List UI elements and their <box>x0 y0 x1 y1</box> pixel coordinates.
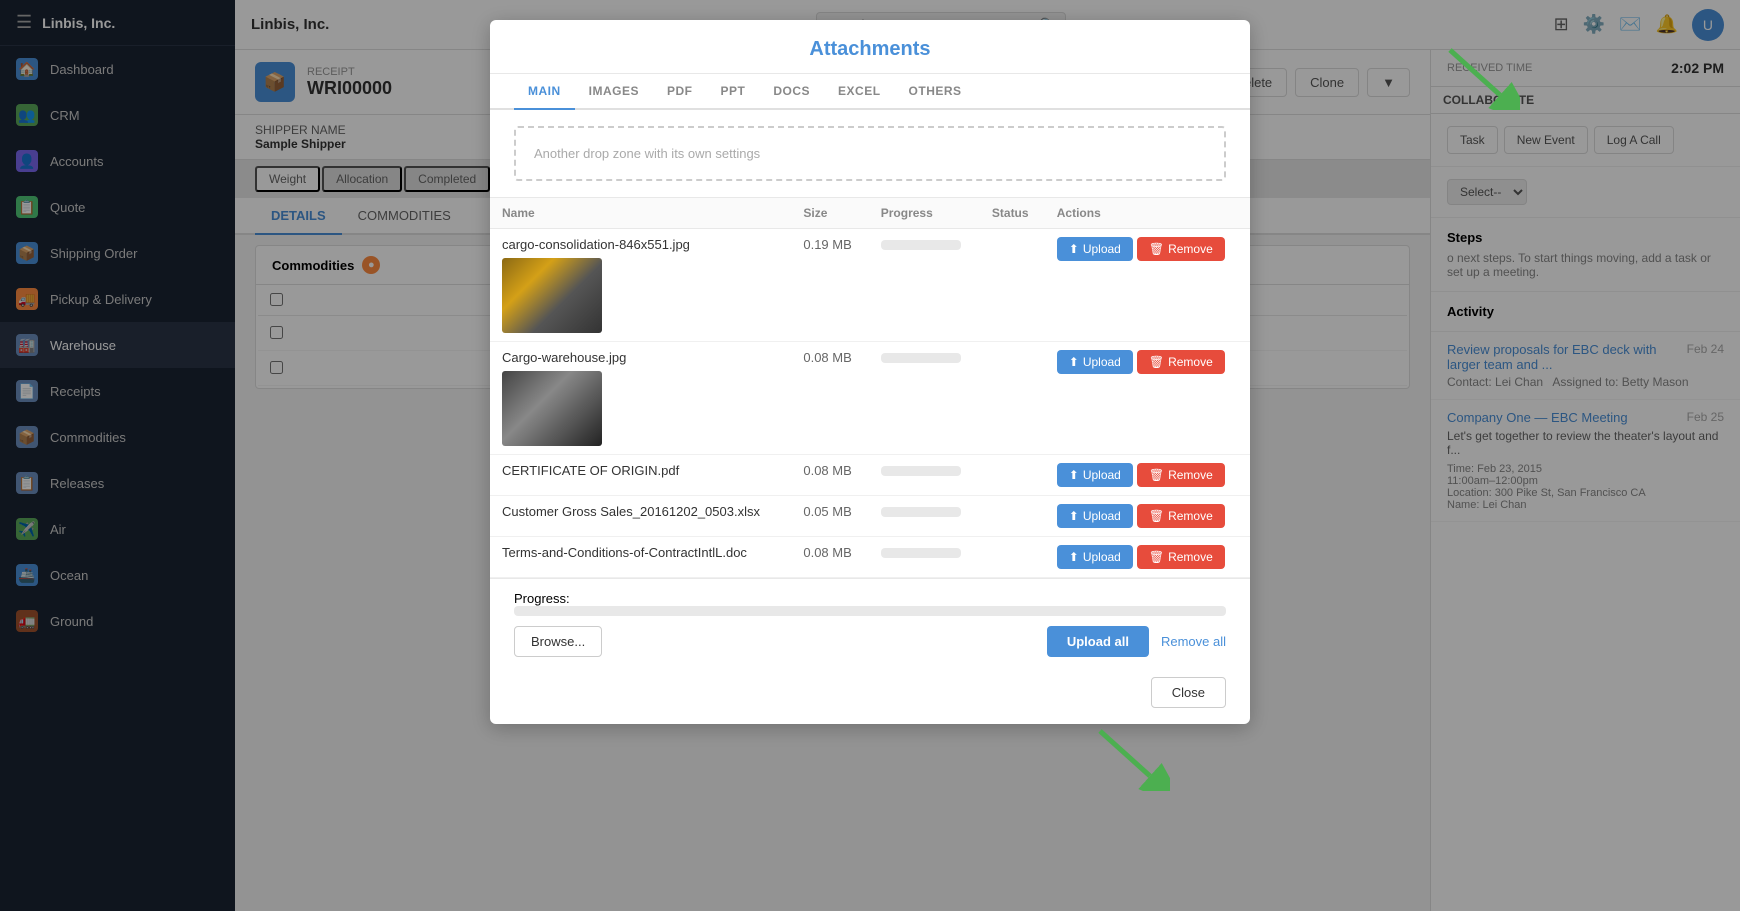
green-arrow-bottom <box>1090 721 1170 791</box>
drop-zone[interactable]: Another drop zone with its own settings <box>514 126 1226 181</box>
footer-actions: Browse... Upload all Remove all <box>514 626 1226 657</box>
file-actions-5: ⬆ Upload 🗑 Remove <box>1057 545 1238 569</box>
progress-label: Progress: <box>514 591 570 606</box>
upload-icon-5: ⬆ <box>1069 550 1079 564</box>
file-size-2: 0.08 MB <box>791 342 868 455</box>
trash-icon-1: 🗑 <box>1149 242 1164 256</box>
modal-tab-pdf[interactable]: PDF <box>653 74 707 110</box>
upload-btn-2[interactable]: ⬆ Upload <box>1057 350 1133 374</box>
file-row-3: CERTIFICATE OF ORIGIN.pdf 0.08 MB ⬆ <box>490 455 1250 496</box>
file-name-4: Customer Gross Sales_20161202_0503.xlsx <box>502 504 779 519</box>
progress-row: Progress: <box>514 591 1226 616</box>
col-status: Status <box>980 198 1045 229</box>
modal-tab-excel[interactable]: EXCEL <box>824 74 895 110</box>
upload-icon-1: ⬆ <box>1069 242 1079 256</box>
col-size: Size <box>791 198 868 229</box>
file-thumbnail-2 <box>502 371 602 446</box>
file-size-5: 0.08 MB <box>791 537 868 578</box>
modal-title: Attachments <box>514 38 1226 61</box>
modal-tabs: MAIN IMAGES PDF PPT DOCS EXCEL OTHERS <box>490 74 1250 110</box>
modal-tab-docs[interactable]: DOCS <box>759 74 824 110</box>
close-button[interactable]: Close <box>1151 677 1226 708</box>
file-name-1: cargo-consolidation-846x551.jpg <box>502 237 779 252</box>
remove-btn-4[interactable]: 🗑 Remove <box>1137 504 1225 528</box>
trash-icon-5: 🗑 <box>1149 550 1164 564</box>
upload-all-button[interactable]: Upload all <box>1047 626 1149 657</box>
col-name: Name <box>490 198 791 229</box>
col-actions: Actions <box>1045 198 1250 229</box>
file-size-3: 0.08 MB <box>791 455 868 496</box>
modal-footer: Progress: Browse... Upload all Remove al… <box>490 578 1250 669</box>
file-status-3 <box>980 455 1045 496</box>
browse-button[interactable]: Browse... <box>514 626 602 657</box>
drop-zone-text: Another drop zone with its own settings <box>534 146 760 161</box>
footer-right: Upload all Remove all <box>1047 626 1226 657</box>
green-arrow-top <box>1440 40 1520 110</box>
upload-icon-4: ⬆ <box>1069 509 1079 523</box>
file-thumbnail-1 <box>502 258 602 333</box>
file-row-1: cargo-consolidation-846x551.jpg 0.19 MB <box>490 229 1250 342</box>
file-actions-2: ⬆ Upload 🗑 Remove <box>1057 350 1238 374</box>
upload-btn-5[interactable]: ⬆ Upload <box>1057 545 1133 569</box>
progress-1 <box>881 240 961 250</box>
remove-btn-3[interactable]: 🗑 Remove <box>1137 463 1225 487</box>
progress-5 <box>881 548 961 558</box>
file-name-5: Terms-and-Conditions-of-ContractIntlL.do… <box>502 545 779 560</box>
file-status-2 <box>980 342 1045 455</box>
progress-4 <box>881 507 961 517</box>
trash-icon-3: 🗑 <box>1149 468 1164 482</box>
remove-btn-5[interactable]: 🗑 Remove <box>1137 545 1225 569</box>
remove-btn-1[interactable]: 🗑 Remove <box>1137 237 1225 261</box>
remove-btn-2[interactable]: 🗑 Remove <box>1137 350 1225 374</box>
upload-icon-2: ⬆ <box>1069 355 1079 369</box>
file-size-1: 0.19 MB <box>791 229 868 342</box>
modal-tab-images[interactable]: IMAGES <box>575 74 653 110</box>
upload-btn-3[interactable]: ⬆ Upload <box>1057 463 1133 487</box>
files-table: Name Size Progress Status Actions cargo-… <box>490 197 1250 578</box>
trash-icon-2: 🗑 <box>1149 355 1164 369</box>
modal-header: Attachments <box>490 20 1250 74</box>
col-progress: Progress <box>869 198 980 229</box>
file-name-3: CERTIFICATE OF ORIGIN.pdf <box>502 463 779 478</box>
modal-overlay[interactable]: Attachments MAIN IMAGES PDF PPT DOCS EXC… <box>0 0 1740 911</box>
total-progress-bar <box>514 606 1226 616</box>
file-actions-1: ⬆ Upload 🗑 Remove <box>1057 237 1238 261</box>
trash-icon-4: 🗑 <box>1149 509 1164 523</box>
file-row-2: Cargo-warehouse.jpg 0.08 MB <box>490 342 1250 455</box>
progress-2 <box>881 353 961 363</box>
modal-tab-ppt[interactable]: PPT <box>707 74 760 110</box>
modal-tab-others[interactable]: OTHERS <box>895 74 976 110</box>
file-status-1 <box>980 229 1045 342</box>
file-status-5 <box>980 537 1045 578</box>
modal-tab-main[interactable]: MAIN <box>514 74 575 110</box>
upload-btn-1[interactable]: ⬆ Upload <box>1057 237 1133 261</box>
upload-icon-3: ⬆ <box>1069 468 1079 482</box>
progress-3 <box>881 466 961 476</box>
attachments-modal: Attachments MAIN IMAGES PDF PPT DOCS EXC… <box>490 20 1250 724</box>
upload-btn-4[interactable]: ⬆ Upload <box>1057 504 1133 528</box>
file-name-2: Cargo-warehouse.jpg <box>502 350 779 365</box>
remove-all-button[interactable]: Remove all <box>1161 634 1226 649</box>
file-actions-3: ⬆ Upload 🗑 Remove <box>1057 463 1238 487</box>
file-row-5: Terms-and-Conditions-of-ContractIntlL.do… <box>490 537 1250 578</box>
file-actions-4: ⬆ Upload 🗑 Remove <box>1057 504 1238 528</box>
file-size-4: 0.05 MB <box>791 496 868 537</box>
file-row-4: Customer Gross Sales_20161202_0503.xlsx … <box>490 496 1250 537</box>
file-status-4 <box>980 496 1045 537</box>
